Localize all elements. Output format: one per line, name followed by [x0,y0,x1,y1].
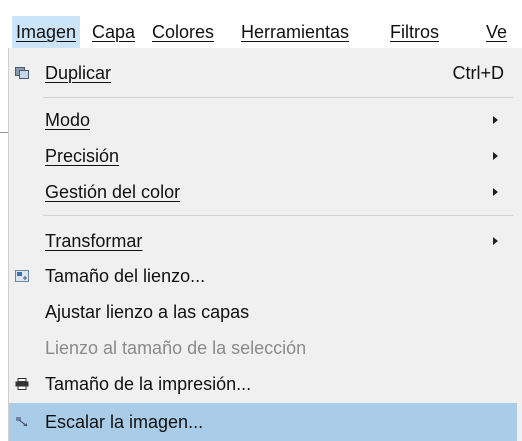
menu-item-precision[interactable]: Precisión [9,139,514,173]
menubar: Imagen Capa Colores Herramientas Filtros… [0,0,522,48]
menu-separator [43,215,513,216]
menubar-herramientas[interactable]: Herramientas [241,16,349,48]
background-edge [0,132,8,133]
menubar-colores[interactable]: Colores [152,16,214,48]
menu-item-label: Precisión [45,146,120,166]
submenu-arrow-icon [493,116,498,124]
menu-item-transformar[interactable]: Transformar [9,224,514,258]
app-window: Imagen Capa Colores Herramientas Filtros… [0,0,522,441]
menu-item-label: Gestión del color [45,182,181,202]
menu-item-modo[interactable]: Modo [9,103,514,137]
menu-item-label: Tamaño de la impresión... [45,374,252,394]
menu-item-escalar-imagen[interactable]: Escalar la imagen... [9,403,517,441]
menu-item-ajustar-lienzo[interactable]: Ajustar lienzo a las capas [9,295,514,329]
menubar-imagen[interactable]: Imagen [12,16,81,48]
menu-item-lienzo-seleccion: Lienzo al tamaño de la selección [9,331,514,365]
menu-item-label: Transformar [45,231,143,251]
menubar-filtros[interactable]: Filtros [390,16,439,48]
menu-item-label: Lienzo al tamaño de la selección [45,338,307,358]
shortcut-label: Ctrl+D [452,63,504,83]
submenu-arrow-icon [493,152,498,160]
menu-item-gestion-color[interactable]: Gestión del color [9,175,514,209]
menu-item-label: Escalar la imagen... [45,412,204,432]
canvas-size-icon [15,270,29,282]
submenu-arrow-icon [493,237,498,245]
menu-item-duplicar[interactable]: Duplicar Ctrl+D [9,56,514,90]
imagen-menu: Duplicar Ctrl+D Modo Precisión Gestión d… [8,48,522,441]
menubar-capa[interactable]: Capa [92,16,135,48]
submenu-arrow-icon [493,188,498,196]
menu-item-tamano-impresion[interactable]: Tamaño de la impresión... [9,367,514,401]
menu-item-label: Duplicar [45,63,112,83]
duplicate-icon [15,67,29,79]
scale-image-icon [16,417,28,427]
menubar-ver[interactable]: Ve [486,16,507,48]
menu-item-label: Modo [45,110,91,130]
menu-item-label: Tamaño del lienzo... [45,266,206,286]
menu-separator [43,97,513,98]
printer-icon [15,378,29,390]
menu-item-label: Ajustar lienzo a las capas [45,302,250,322]
menu-item-tamano-lienzo[interactable]: Tamaño del lienzo... [9,259,514,293]
